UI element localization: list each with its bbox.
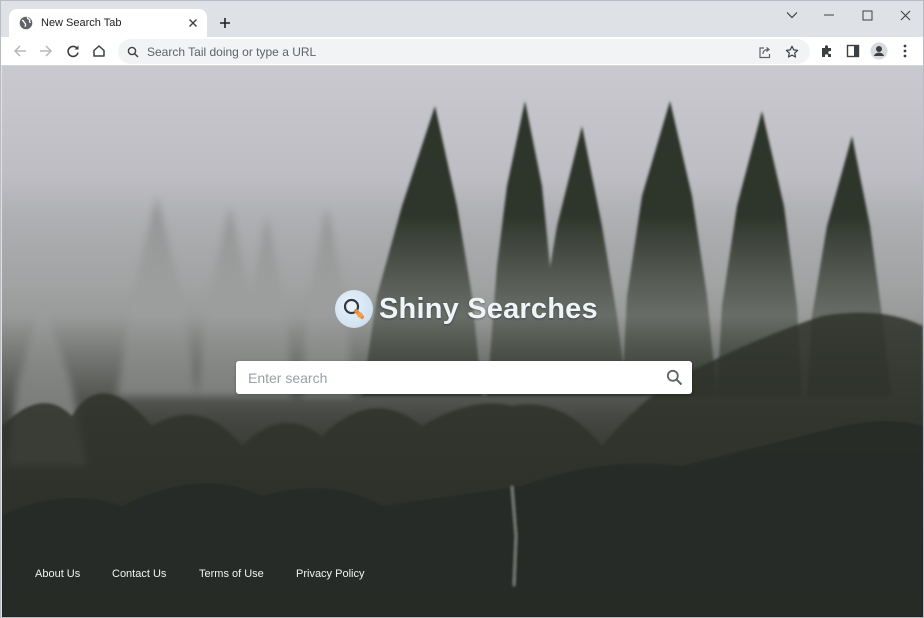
close-window-button[interactable] <box>890 5 920 25</box>
menu-button[interactable] <box>895 41 915 61</box>
home-button[interactable] <box>89 41 109 61</box>
kebab-menu-icon <box>903 44 907 58</box>
side-panel-icon <box>846 44 860 58</box>
brand: Shiny Searches <box>335 290 598 328</box>
page-content: Shiny Searches About Us Contact Us Terms… <box>2 66 923 617</box>
back-arrow-icon <box>13 45 26 57</box>
minimize-icon <box>824 14 834 16</box>
brand-name: Shiny Searches <box>379 292 598 325</box>
forward-arrow-icon <box>40 45 53 57</box>
search-input[interactable] <box>236 361 656 394</box>
search-button[interactable] <box>656 361 692 394</box>
extensions-puzzle-icon <box>822 45 831 57</box>
tab-search-button[interactable] <box>777 5 807 25</box>
close-icon <box>900 10 910 20</box>
profile-avatar-icon <box>870 42 888 60</box>
back-button[interactable] <box>10 41 30 61</box>
forest-background-image <box>2 101 923 617</box>
address-bar-placeholder: Search Tail doing or type a URL <box>147 44 317 59</box>
footer-link-about-us[interactable]: About Us <box>35 568 80 580</box>
browser-window: New Search Tab Search Tail doing or type… <box>0 0 924 618</box>
footer-link-terms-of-use[interactable]: Terms of Use <box>199 568 264 580</box>
plus-icon <box>220 18 230 28</box>
browser-toolbar: Search Tail doing or type a URL <box>1 37 923 65</box>
footer-link-privacy-policy[interactable]: Privacy Policy <box>296 568 364 580</box>
home-icon <box>93 45 105 57</box>
chevron-down-icon <box>786 12 798 19</box>
star-icon[interactable] <box>783 43 801 61</box>
tab-title: New Search Tab <box>41 17 122 29</box>
side-panel-button[interactable] <box>843 41 863 61</box>
forward-button[interactable] <box>36 41 56 61</box>
globe-icon <box>19 16 33 30</box>
extensions-button[interactable] <box>817 41 837 61</box>
address-bar[interactable]: Search Tail doing or type a URL <box>118 39 810 64</box>
new-tab-button[interactable] <box>215 13 235 33</box>
maximize-icon <box>862 10 872 20</box>
reload-button[interactable] <box>63 41 83 61</box>
reload-icon <box>67 45 79 58</box>
close-icon[interactable] <box>185 15 201 31</box>
profile-button[interactable] <box>869 41 889 61</box>
search-icon <box>666 369 682 386</box>
maximize-button[interactable] <box>852 5 882 25</box>
tab-new-search[interactable]: New Search Tab <box>9 9 207 37</box>
tab-strip: New Search Tab <box>1 1 923 37</box>
footer-link-contact-us[interactable]: Contact Us <box>112 568 166 580</box>
magnifier-logo-icon <box>335 290 373 328</box>
search-box <box>236 361 692 394</box>
search-icon <box>127 46 139 58</box>
minimize-button[interactable] <box>814 5 844 25</box>
share-icon[interactable] <box>756 43 774 61</box>
